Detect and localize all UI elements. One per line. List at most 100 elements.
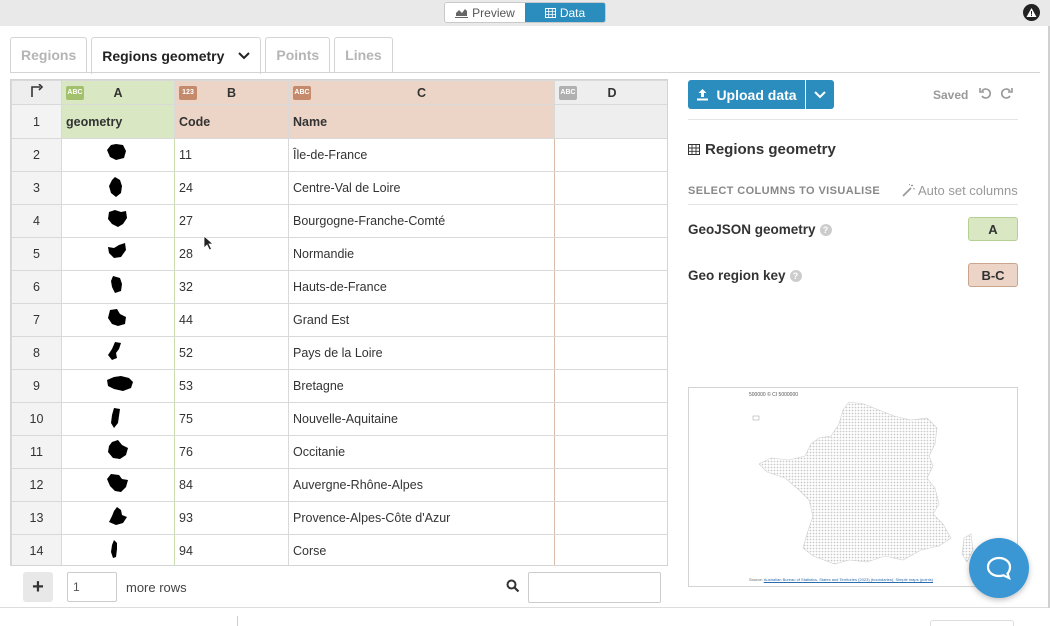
map-preview: 500000 © CI 5000000 Source: Australian B… (688, 387, 1018, 587)
row-number: 9 (11, 369, 62, 403)
geometry-cell[interactable] (61, 138, 175, 172)
table-row: 4 27 Bourgogne-Franche-Comté (11, 204, 667, 238)
header-cell-geometry[interactable]: geometry (61, 104, 175, 139)
help-icon[interactable]: ? (789, 269, 802, 282)
geometry-cell[interactable] (61, 369, 175, 403)
empty-cell[interactable] (554, 435, 667, 469)
code-cell[interactable]: 53 (174, 369, 289, 403)
code-cell[interactable]: 44 (174, 303, 289, 337)
tab-regions[interactable]: Regions (10, 37, 88, 72)
code-cell[interactable]: 28 (174, 237, 289, 271)
geometry-cell[interactable] (61, 402, 175, 436)
header-cell-name[interactable]: Name (288, 104, 555, 139)
tab-points[interactable]: Points (265, 37, 331, 72)
name-cell[interactable]: Île-de-France (288, 138, 555, 172)
name-cell[interactable]: Bretagne (288, 369, 555, 403)
name-cell[interactable]: Centre-Val de Loire (288, 171, 555, 205)
saved-status: Saved (933, 88, 969, 102)
geometry-cell[interactable] (61, 336, 175, 370)
add-rows-button[interactable]: + (23, 572, 53, 602)
geometry-cell[interactable] (61, 303, 175, 337)
region-shape-icon (107, 375, 133, 391)
geometry-cell[interactable] (61, 534, 175, 565)
name-cell[interactable]: Bourgogne-Franche-Comté (288, 204, 555, 238)
column-header-c[interactable]: ABC C (288, 80, 555, 105)
data-toggle-button[interactable]: Data (525, 3, 605, 22)
code-cell[interactable]: 84 (174, 468, 289, 502)
data-grid[interactable]: ABC A 123 B ABC C ABC D 1 geometry Code Name… (10, 79, 668, 566)
dimension-value-chip[interactable]: A (968, 217, 1018, 241)
row-number: 13 (11, 501, 62, 535)
geometry-cell[interactable] (61, 501, 175, 535)
code-cell[interactable]: 32 (174, 270, 289, 304)
geometry-cell[interactable] (61, 270, 175, 304)
column-header-a[interactable]: ABC A (61, 80, 175, 105)
map-source-link[interactable]: Australian Bureau of Statistics, States … (764, 577, 933, 582)
code-cell[interactable]: 27 (174, 204, 289, 238)
chevron-down-icon[interactable] (238, 52, 251, 60)
undo-icon[interactable] (979, 87, 992, 100)
name-cell[interactable]: Hauts-de-France (288, 270, 555, 304)
row-number: 4 (11, 204, 62, 238)
geometry-cell[interactable] (61, 171, 175, 205)
footer-button-edge[interactable] (930, 620, 1014, 626)
geometry-cell[interactable] (61, 204, 175, 238)
code-cell[interactable]: 93 (174, 501, 289, 535)
code-cell[interactable]: 75 (174, 402, 289, 436)
column-header-b[interactable]: 123 B (174, 80, 289, 105)
transpose-button[interactable] (11, 80, 62, 105)
redo-icon[interactable] (1000, 87, 1013, 100)
chat-support-button[interactable] (969, 538, 1029, 598)
preview-toggle-button[interactable]: Preview (445, 3, 525, 22)
empty-cell[interactable] (554, 270, 667, 304)
tab-regions-geometry[interactable]: Regions geometry (91, 37, 262, 74)
empty-cell[interactable] (554, 138, 667, 172)
dimension-value-chip[interactable]: B-C (968, 263, 1018, 287)
code-cell[interactable]: 24 (174, 171, 289, 205)
name-cell[interactable]: Normandie (288, 237, 555, 271)
code-cell[interactable]: 76 (174, 435, 289, 469)
warning-icon[interactable] (1023, 4, 1040, 21)
empty-cell[interactable] (554, 534, 667, 565)
code-cell[interactable]: 94 (174, 534, 289, 565)
code-cell[interactable]: 11 (174, 138, 289, 172)
upload-dropdown-button[interactable] (805, 80, 834, 109)
empty-cell[interactable] (554, 501, 667, 535)
header-cell-empty[interactable] (554, 104, 667, 139)
empty-cell[interactable] (554, 336, 667, 370)
rows-count-input[interactable]: 1 (67, 572, 117, 602)
empty-cell[interactable] (554, 171, 667, 205)
geometry-cell[interactable] (61, 435, 175, 469)
name-cell[interactable]: Occitanie (288, 435, 555, 469)
geometry-cell[interactable] (61, 237, 175, 271)
name-cell[interactable]: Pays de la Loire (288, 336, 555, 370)
help-icon[interactable]: ? (819, 223, 832, 236)
name-cell[interactable]: Grand Est (288, 303, 555, 337)
empty-cell[interactable] (554, 237, 667, 271)
table-row: 3 24 Centre-Val de Loire (11, 171, 667, 205)
column-header-d[interactable]: ABC D (554, 80, 667, 105)
geometry-cell[interactable] (61, 468, 175, 502)
empty-cell[interactable] (554, 303, 667, 337)
code-cell[interactable]: 52 (174, 336, 289, 370)
name-cell[interactable]: Corse (288, 534, 555, 565)
empty-cell[interactable] (554, 204, 667, 238)
empty-cell[interactable] (554, 369, 667, 403)
row-number: 3 (11, 171, 62, 205)
name-cell[interactable]: Nouvelle-Aquitaine (288, 402, 555, 436)
auto-set-columns-button[interactable]: Auto set columns (902, 183, 1018, 198)
dimension-label: GeoJSON geometry (688, 222, 816, 237)
top-bar: Preview Data (0, 0, 1050, 26)
name-cell[interactable]: Provence-Alpes-Côte d'Azur (288, 501, 555, 535)
map-source-prefix: Source: (749, 577, 764, 582)
grid-body: 2 11 Île-de-France 3 24 Centre-Val de Loire 4 2… (11, 138, 667, 565)
upload-data-button[interactable]: Upload data (688, 80, 805, 109)
tab-lines[interactable]: Lines (334, 37, 393, 72)
row-number: 1 (11, 104, 62, 139)
header-cell-code[interactable]: Code (174, 104, 289, 139)
search-input[interactable] (528, 572, 661, 603)
region-shape-icon (109, 506, 127, 525)
name-cell[interactable]: Auvergne-Rhône-Alpes (288, 468, 555, 502)
empty-cell[interactable] (554, 402, 667, 436)
empty-cell[interactable] (554, 468, 667, 502)
